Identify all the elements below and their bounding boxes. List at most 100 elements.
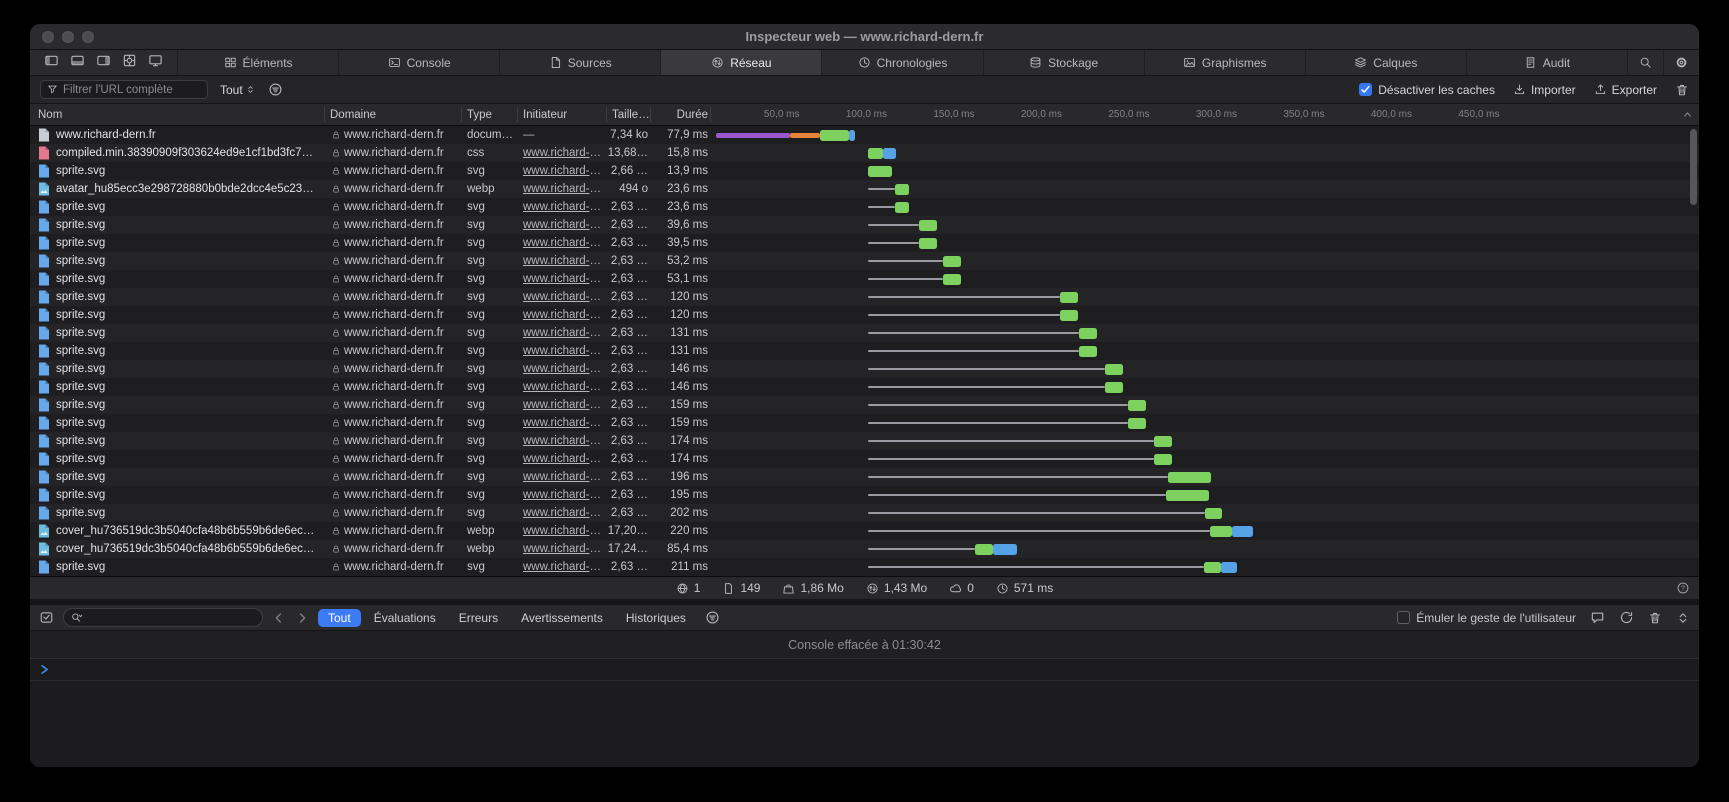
network-request-row[interactable]: sprite.svgwww.richard-dern.frsvgwww.rich…: [30, 468, 1699, 486]
tab-console[interactable]: Console: [338, 50, 499, 75]
tab-elements[interactable]: Éléments: [177, 50, 338, 75]
network-request-row[interactable]: sprite.svgwww.richard-dern.frsvgwww.rich…: [30, 252, 1699, 270]
console-search-input[interactable]: [87, 612, 255, 624]
resource-initiator[interactable]: www.richard-d…: [523, 414, 605, 432]
emulate-gesture-checkbox[interactable]: [1397, 611, 1410, 624]
clear-console-button[interactable]: [1648, 611, 1662, 625]
resource-initiator[interactable]: www.richard-d…: [523, 540, 605, 558]
network-request-row[interactable]: sprite.svgwww.richard-dern.frsvgwww.rich…: [30, 324, 1699, 342]
scroll-up-icon[interactable]: [1681, 108, 1694, 121]
search-button[interactable]: [1627, 50, 1663, 75]
column-separator[interactable]: [710, 107, 711, 122]
disable-caches-toggle[interactable]: Désactiver les caches: [1359, 83, 1495, 97]
panel-left-button[interactable]: [44, 53, 59, 73]
resource-initiator[interactable]: www.richard-d…: [523, 468, 605, 486]
panel-bottom-button[interactable]: [70, 53, 85, 73]
minimize-button[interactable]: [62, 31, 74, 43]
network-request-row[interactable]: sprite.svgwww.richard-dern.frsvgwww.rich…: [30, 450, 1699, 468]
tab-chronologies[interactable]: Chronologies: [821, 50, 982, 75]
help-button[interactable]: ?: [1676, 581, 1690, 595]
column-separator[interactable]: [324, 107, 325, 122]
column-separator[interactable]: [650, 107, 651, 122]
console-tab-erreurs[interactable]: Erreurs: [449, 609, 508, 627]
vertical-scrollbar-thumb[interactable]: [1690, 129, 1697, 205]
console-tab-historiques[interactable]: Historiques: [616, 609, 696, 627]
close-button[interactable]: [42, 31, 54, 43]
tab-graphismes[interactable]: Graphismes: [1144, 50, 1305, 75]
responsive-mode-button[interactable]: [148, 53, 163, 73]
network-request-row[interactable]: sprite.svgwww.richard-dern.frsvgwww.rich…: [30, 342, 1699, 360]
network-request-row[interactable]: cover_hu736519dc3b5040cfa48b6b559b6de6ec…: [30, 540, 1699, 558]
url-filter-field[interactable]: [40, 80, 208, 99]
console-tab-avertissements[interactable]: Avertissements: [511, 609, 613, 627]
network-request-row[interactable]: compiled.min.38390909f303624ed9e1cf1bd3f…: [30, 144, 1699, 162]
resource-initiator[interactable]: www.richard-d…: [523, 432, 605, 450]
network-request-row[interactable]: avatar_hu85ecc3e298728880b0bde2dcc4e5c23…: [30, 180, 1699, 198]
resource-initiator[interactable]: www.richard-d…: [523, 396, 605, 414]
network-request-row[interactable]: sprite.svgwww.richard-dern.frsvgwww.rich…: [30, 288, 1699, 306]
zoom-button[interactable]: [82, 31, 94, 43]
network-request-row[interactable]: sprite.svgwww.richard-dern.frsvgwww.rich…: [30, 234, 1699, 252]
column-header-nom[interactable]: Nom: [38, 104, 238, 126]
disable-caches-checkbox[interactable]: [1359, 83, 1372, 96]
column-header-initiateur[interactable]: Initiateur: [523, 104, 605, 126]
network-request-row[interactable]: sprite.svgwww.richard-dern.frsvgwww.rich…: [30, 504, 1699, 522]
resource-initiator[interactable]: www.richard-d…: [523, 216, 605, 234]
inspect-element-button[interactable]: [122, 53, 137, 73]
resource-initiator[interactable]: www.richard-d…: [523, 162, 605, 180]
console-search-field[interactable]: [63, 608, 263, 627]
network-request-row[interactable]: www.richard-dern.frwww.richard-dern.frdo…: [30, 126, 1699, 144]
resource-initiator[interactable]: www.richard-d…: [523, 342, 605, 360]
filter-options-button[interactable]: [268, 82, 283, 97]
network-request-row[interactable]: sprite.svgwww.richard-dern.frsvgwww.rich…: [30, 486, 1699, 504]
column-header-type[interactable]: Type: [467, 104, 517, 126]
network-request-row[interactable]: sprite.svgwww.richard-dern.frsvgwww.rich…: [30, 270, 1699, 288]
column-separator[interactable]: [461, 107, 462, 122]
network-request-row[interactable]: sprite.svgwww.richard-dern.frsvgwww.rich…: [30, 432, 1699, 450]
resource-initiator[interactable]: www.richard-d…: [523, 558, 605, 576]
network-request-row[interactable]: sprite.svgwww.richard-dern.frsvgwww.rich…: [30, 198, 1699, 216]
console-activity-button[interactable]: [1619, 610, 1634, 625]
export-button[interactable]: Exporter: [1594, 83, 1657, 97]
network-request-row[interactable]: sprite.svgwww.richard-dern.frsvgwww.rich…: [30, 216, 1699, 234]
tab-sources[interactable]: Sources: [499, 50, 660, 75]
resource-type-dropdown[interactable]: Tout: [220, 83, 256, 97]
resource-initiator[interactable]: www.richard-d…: [523, 270, 605, 288]
console-tab-tout[interactable]: Tout: [318, 609, 361, 627]
url-filter-input[interactable]: [63, 84, 201, 96]
resource-initiator[interactable]: www.richard-d…: [523, 198, 605, 216]
import-button[interactable]: Importer: [1513, 83, 1576, 97]
tab-audit[interactable]: Audit: [1466, 50, 1627, 75]
clear-network-button[interactable]: [1675, 83, 1689, 97]
resource-initiator[interactable]: www.richard-d…: [523, 234, 605, 252]
resource-initiator[interactable]: www.richard-d…: [523, 378, 605, 396]
resource-initiator[interactable]: www.richard-d…: [523, 360, 605, 378]
forward-button[interactable]: [295, 611, 309, 625]
resource-initiator[interactable]: www.richard-d…: [523, 306, 605, 324]
network-request-row[interactable]: sprite.svgwww.richard-dern.frsvgwww.rich…: [30, 414, 1699, 432]
network-request-row[interactable]: sprite.svgwww.richard-dern.frsvgwww.rich…: [30, 162, 1699, 180]
console-tab-valuations[interactable]: Évaluations: [364, 609, 446, 627]
resource-initiator[interactable]: www.richard-d…: [523, 504, 605, 522]
resource-initiator[interactable]: www.richard-d…: [523, 486, 605, 504]
tab-calques[interactable]: Calques: [1305, 50, 1466, 75]
network-request-row[interactable]: sprite.svgwww.richard-dern.frsvgwww.rich…: [30, 360, 1699, 378]
network-request-row[interactable]: sprite.svgwww.richard-dern.frsvgwww.rich…: [30, 396, 1699, 414]
resource-initiator[interactable]: www.richard-d…: [523, 252, 605, 270]
resource-initiator[interactable]: www.richard-d…: [523, 144, 605, 162]
console-prompt[interactable]: [30, 659, 1699, 681]
tab-reseau[interactable]: Réseau: [660, 50, 821, 75]
console-filter-icon[interactable]: [39, 610, 54, 625]
resource-initiator[interactable]: www.richard-d…: [523, 324, 605, 342]
resource-initiator[interactable]: www.richard-d…: [523, 450, 605, 468]
emulate-gesture-toggle[interactable]: Émuler le geste de l'utilisateur: [1397, 611, 1576, 625]
network-request-row[interactable]: sprite.svgwww.richard-dern.frsvgwww.rich…: [30, 378, 1699, 396]
network-request-row[interactable]: sprite.svgwww.richard-dern.frsvgwww.rich…: [30, 558, 1699, 576]
resource-initiator[interactable]: www.richard-d…: [523, 522, 605, 540]
column-header-domaine[interactable]: Domaine: [330, 104, 450, 126]
console-filter-options-button[interactable]: [705, 610, 720, 625]
back-button[interactable]: [272, 611, 286, 625]
column-separator[interactable]: [517, 107, 518, 122]
expand-console-button[interactable]: [1676, 611, 1690, 625]
settings-button[interactable]: [1663, 50, 1699, 75]
